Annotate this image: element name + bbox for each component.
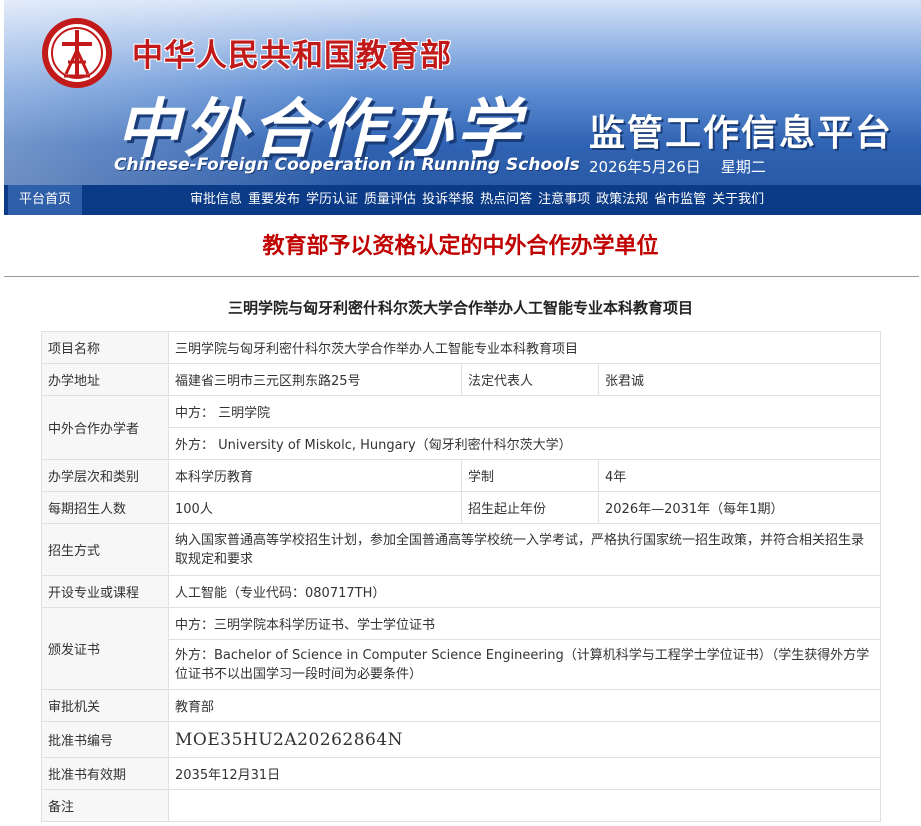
nav-item-policies[interactable]: 政策法规	[596, 185, 648, 215]
major-label: 开设专业或课程	[41, 575, 169, 608]
site-banner: 中华人民共和国教育部 中外合作办学 Chinese-Foreign Cooper…	[4, 0, 921, 185]
certificate-cn-value: 中方：三明学院本科学历证书、学士学位证书	[168, 607, 881, 640]
address-value: 福建省三明市三元区荆东路25号	[168, 363, 462, 396]
table-row: 颁发证书 中方：三明学院本科学历证书、学士学位证书	[41, 607, 881, 690]
enroll-years-label: 招生起止年份	[461, 491, 599, 524]
date-line: 2026年5月26日 星期二	[589, 156, 766, 177]
enrollment-value: 100人	[168, 491, 462, 524]
validity-label: 批准书有效期	[41, 757, 169, 790]
nav-item-faq[interactable]: 热点问答	[480, 185, 532, 215]
nav-links: 审批信息 重要发布 学历认证 质量评估 投诉举报 热点问答 注意事项 政策法规 …	[190, 185, 770, 215]
legal-rep-label: 法定代表人	[461, 363, 599, 396]
enrollment-label: 每期招生人数	[41, 491, 169, 524]
ministry-name: 中华人民共和国教育部	[132, 38, 452, 74]
nav-item-provincial-supervision[interactable]: 省市监管	[654, 185, 706, 215]
project-name-value: 三明学院与匈牙利密什科尔茨大学合作举办人工智能专业本科教育项目	[168, 331, 881, 364]
project-info-table: 项目名称 三明学院与匈牙利密什科尔茨大学合作举办人工智能专业本科教育项目 办学地…	[41, 331, 881, 822]
ministry-emblem-icon	[42, 18, 112, 88]
table-row: 备注	[41, 789, 881, 822]
approval-no-label: 批准书编号	[41, 721, 169, 758]
certificates-label: 颁发证书	[41, 607, 169, 690]
partners-label: 中外合作办学者	[41, 395, 169, 460]
table-row: 中外合作办学者 中方： 三明学院	[41, 395, 881, 460]
nav-item-about-us[interactable]: 关于我们	[712, 185, 764, 215]
table-row: 开设专业或课程 人工智能（专业代码：080717TH）	[41, 575, 881, 608]
current-date: 2026年5月26日	[589, 158, 701, 176]
project-name-label: 项目名称	[41, 331, 169, 364]
site-title-english: Chinese-Foreign Cooperation in Running S…	[114, 155, 580, 175]
authority-label: 审批机关	[41, 689, 169, 722]
platform-name: 监管工作信息平台	[589, 113, 894, 154]
major-value: 人工智能（专业代码：080717TH）	[168, 575, 881, 608]
table-row: 招生方式 纳入国家普通高等学校招生计划，参加全国普通高等学校统一入学考试，严格执…	[41, 523, 881, 576]
level-label: 办学层次和类别	[41, 459, 169, 492]
duration-value: 4年	[598, 459, 881, 492]
table-row: 项目名称 三明学院与匈牙利密什科尔茨大学合作举办人工智能专业本科教育项目	[41, 331, 881, 364]
nav-home[interactable]: 平台首页	[8, 185, 82, 215]
legal-rep-value: 张君诚	[598, 363, 881, 396]
validity-value: 2035年12月31日	[168, 757, 881, 790]
nav-item-approval-info[interactable]: 审批信息	[190, 185, 242, 215]
current-weekday: 星期二	[720, 158, 766, 176]
certificate-foreign-value: 外方：Bachelor of Science in Computer Scien…	[168, 639, 881, 690]
admission-value: 纳入国家普通高等学校招生计划，参加全国普通高等学校统一入学考试，严格执行国家统一…	[168, 523, 881, 576]
main-nav: 平台首页 审批信息 重要发布 学历认证 质量评估 投诉举报 热点问答 注意事项 …	[4, 185, 921, 215]
enroll-years-value: 2026年—2031年（每年1期）	[598, 491, 881, 524]
nav-item-complaints[interactable]: 投诉举报	[422, 185, 474, 215]
partner-foreign-value: 外方： University of Miskolc, Hungary（匈牙利密什…	[168, 427, 881, 460]
partner-cn-value: 中方： 三明学院	[168, 395, 881, 428]
table-row: 批准书编号 MOE35HU2A20262864N	[41, 721, 881, 758]
table-row: 办学地址 福建省三明市三元区荆东路25号 法定代表人 张君诚	[41, 363, 881, 396]
remarks-label: 备注	[41, 789, 169, 822]
authority-value: 教育部	[168, 689, 881, 722]
table-row: 批准书有效期 2035年12月31日	[41, 757, 881, 790]
address-label: 办学地址	[41, 363, 169, 396]
table-row: 办学层次和类别 本科学历教育 学制 4年	[41, 459, 881, 492]
level-value: 本科学历教育	[168, 459, 462, 492]
table-row: 每期招生人数 100人 招生起止年份 2026年—2031年（每年1期）	[41, 491, 881, 524]
remarks-value	[168, 789, 881, 822]
nav-item-important-releases[interactable]: 重要发布	[248, 185, 300, 215]
nav-item-notices[interactable]: 注意事项	[538, 185, 590, 215]
nav-item-quality-assessment[interactable]: 质量评估	[364, 185, 416, 215]
nav-item-degree-certification[interactable]: 学历认证	[306, 185, 358, 215]
approval-no-value: MOE35HU2A20262864N	[168, 721, 881, 758]
divider	[4, 276, 919, 277]
table-row: 审批机关 教育部	[41, 689, 881, 722]
duration-label: 学制	[461, 459, 599, 492]
project-title: 三明学院与匈牙利密什科尔茨大学合作举办人工智能专业本科教育项目	[227, 299, 693, 317]
admission-label: 招生方式	[41, 523, 169, 576]
page-title: 教育部予以资格认定的中外合作办学单位	[262, 234, 659, 259]
